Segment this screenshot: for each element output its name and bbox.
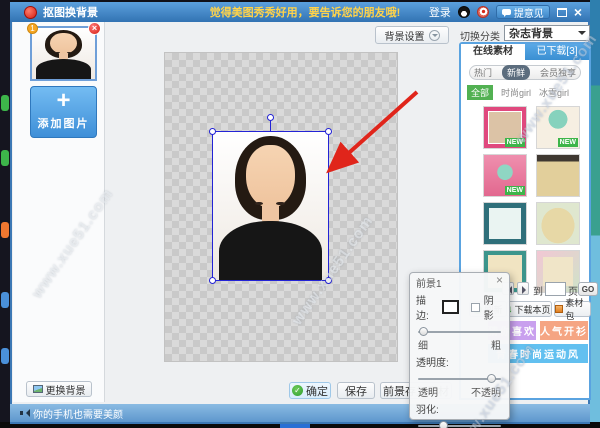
go-button[interactable]: GO (578, 282, 598, 296)
opacity-slider-thumb[interactable] (487, 374, 496, 383)
transparent-label: 透明 (418, 384, 438, 399)
image-icon (33, 385, 43, 393)
desktop-background: 抠图换背景 觉得美图秀秀好用，要告诉您的朋友哦! 登录 提意见 × 1 × (0, 0, 600, 428)
tab-downloaded[interactable]: 已下载[3] (525, 44, 589, 60)
stroke-label: 描边: (416, 292, 438, 322)
feather-label: 羽化: (410, 399, 509, 416)
dock-icon-green (1, 95, 9, 111)
opacity-slider[interactable] (418, 375, 501, 383)
opacity-label: 透明度: (410, 352, 509, 369)
speech-bubble-icon (502, 9, 511, 15)
dock-icon-green2 (1, 150, 9, 166)
feather-slider[interactable] (418, 422, 501, 428)
change-background-button[interactable]: 更换背景 (26, 381, 92, 397)
material-green-oval[interactable] (536, 202, 580, 245)
material-pack-button[interactable]: 素材包 (554, 301, 591, 317)
photo-sidebar: 1 × + 添加图片 更换背景 (13, 22, 105, 402)
dock-icon-blue2 (1, 348, 9, 364)
title-bar: 抠图换背景 觉得美图秀秀好用，要告诉您的朋友哦! 登录 提意见 × (10, 2, 590, 22)
photo-count-badge: 1 (27, 23, 38, 34)
dock-icon-orange (1, 222, 9, 238)
panel-title: 前景1 (416, 275, 442, 290)
confirm-button[interactable]: ✓ 确定 (289, 382, 331, 399)
dock-icon-blue (1, 292, 9, 308)
promo-text: 觉得美图秀秀好用，要告诉您的朋友哦! (200, 4, 410, 20)
page-number-input[interactable] (545, 282, 566, 296)
panel-close-icon[interactable]: × (496, 275, 503, 290)
subtab-group: 热门 新鲜 会员独享 (469, 65, 581, 80)
close-icon[interactable]: × (574, 7, 582, 17)
dropdown-arrow-icon (578, 31, 586, 39)
stroke-slider-thumb[interactable] (419, 327, 428, 336)
resize-handle-top-left[interactable] (209, 128, 216, 135)
check-icon: ✓ (292, 385, 303, 396)
app-logo-icon (24, 6, 37, 19)
tab-online-materials[interactable]: 在线素材 (461, 44, 525, 60)
stroke-width-slider[interactable] (418, 328, 501, 336)
rotation-stem (270, 121, 271, 131)
next-page-button[interactable] (517, 282, 529, 295)
qq-icon[interactable] (458, 6, 470, 18)
filter-ice-girl[interactable]: 冰雪girl (539, 86, 569, 99)
banner-popular-cardigan[interactable]: 人气开衫 (540, 321, 588, 340)
subtab-vip[interactable]: 会员独享 (540, 66, 576, 79)
material-ice-cream-pink[interactable]: NEW (483, 106, 527, 149)
resize-handle-top-right[interactable] (325, 128, 332, 135)
delete-photo-icon[interactable]: × (88, 22, 101, 35)
weibo-icon[interactable] (477, 6, 489, 18)
material-ice-cream-mint[interactable]: NEW (483, 154, 527, 197)
thin-label: 细 (418, 337, 428, 352)
resize-handle-bottom-left[interactable] (209, 277, 216, 284)
plus-icon: + (31, 87, 96, 115)
desktop-right-edge (590, 0, 600, 428)
speaker-icon (20, 409, 29, 417)
desktop-left-dock (0, 0, 10, 428)
download-page-button[interactable]: ↓ 下载本页 (506, 301, 552, 317)
rotate-handle[interactable] (267, 114, 274, 121)
app-window: 抠图换背景 觉得美图秀秀好用，要告诉您的朋友哦! 登录 提意见 × 1 × (10, 2, 590, 424)
filter-fashion-girl[interactable]: 时尚girl (501, 86, 531, 99)
thick-label: 粗 (491, 337, 501, 352)
material-vintage-paper[interactable] (536, 154, 580, 197)
feedback-button[interactable]: 提意见 (496, 5, 550, 19)
category-dropdown[interactable]: 杂志背景 (504, 25, 590, 41)
photo-thumbnail-image (32, 28, 95, 79)
chevron-down-icon (429, 30, 440, 41)
add-photo-button[interactable]: + 添加图片 (30, 86, 97, 138)
shadow-checkbox[interactable] (471, 303, 480, 312)
login-link[interactable]: 登录 (429, 4, 451, 20)
resize-handle-bottom-right[interactable] (325, 277, 332, 284)
save-button[interactable]: 保存 (337, 382, 375, 399)
material-ice-cream-cream[interactable]: NEW (536, 106, 580, 149)
switch-category-label: 切换分类 (460, 28, 500, 43)
filter-row: 全部 时尚girl 冰雪girl (467, 85, 589, 100)
foreground-settings-panel: 前景1 × 描边: 阴影 细 粗 透明度: (409, 272, 510, 420)
status-text: 你的手机也需要美颜 (33, 406, 123, 421)
subtab-fresh[interactable]: 新鲜 (502, 65, 530, 80)
window-title: 抠图换背景 (43, 4, 98, 20)
feather-slider-thumb[interactable] (439, 421, 448, 428)
selection-rectangle[interactable] (212, 131, 329, 281)
to-label: 到 (533, 283, 543, 298)
subtab-hot[interactable]: 热门 (474, 66, 492, 79)
shadow-label: 阴影 (484, 292, 503, 322)
stroke-color-swatch[interactable] (442, 300, 459, 314)
minimize-icon[interactable] (557, 8, 567, 17)
package-icon (555, 305, 563, 313)
opaque-label: 不透明 (471, 384, 501, 399)
material-teal-frame[interactable] (483, 202, 527, 245)
filter-all[interactable]: 全部 (467, 85, 493, 100)
background-settings-button[interactable]: 背景设置 (375, 26, 449, 44)
photo-thumbnail[interactable]: 1 × (30, 26, 97, 81)
